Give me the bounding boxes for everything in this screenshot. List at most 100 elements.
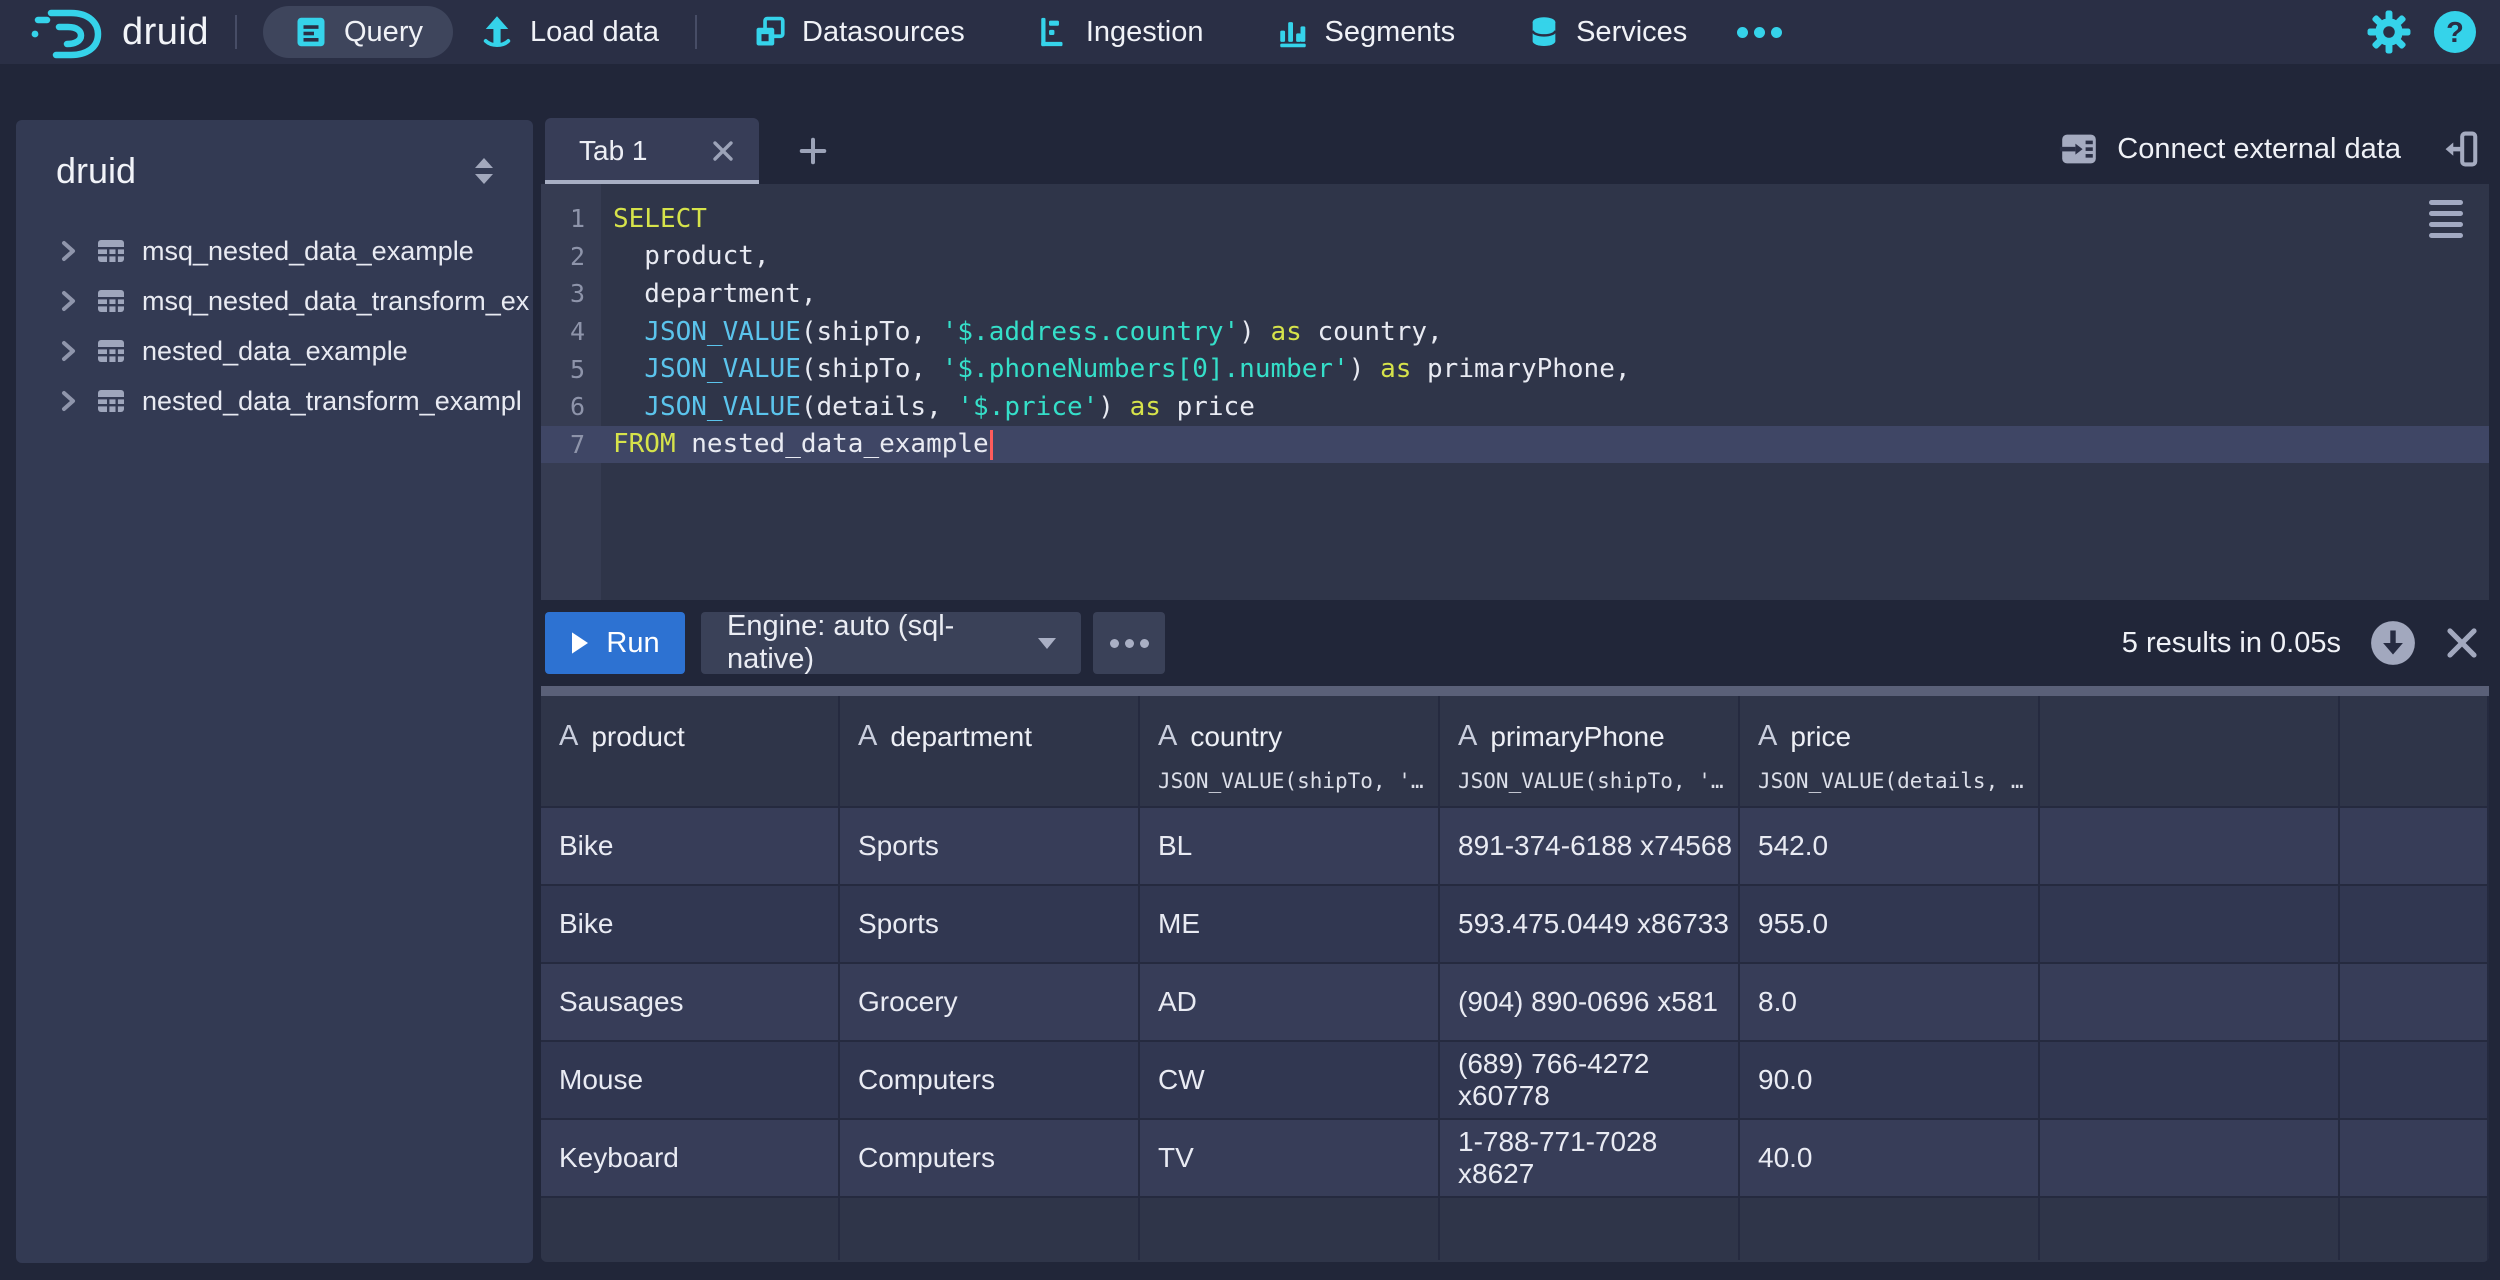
nav-item-label: Query (344, 15, 423, 48)
cell-price[interactable]: 8.0 (1740, 964, 2040, 1042)
cell-empty[interactable] (2040, 808, 2340, 886)
cell-empty[interactable] (2340, 1120, 2489, 1198)
run-bar: Run Engine: auto (sql-native) 5 results … (541, 600, 2489, 686)
engine-select[interactable]: Engine: auto (sql-native) (701, 610, 1081, 675)
sidebar-datasource-item[interactable]: msq_nested_data_example (16, 226, 533, 276)
column-header-price[interactable]: Aprice JSON_VALUE(details, … (1740, 696, 2040, 808)
string-type-icon: A (1758, 720, 1778, 752)
cell-department[interactable]: Sports (840, 808, 1140, 886)
column-expression: JSON_VALUE(shipTo, '… (1158, 769, 1424, 793)
cell-department[interactable]: Sports (840, 886, 1140, 964)
chevron-right-icon[interactable] (56, 289, 80, 313)
code-token: (shipTo, (800, 316, 942, 347)
cell-department[interactable]: Computers (840, 1042, 1140, 1120)
cell-country[interactable]: AD (1140, 964, 1440, 1042)
schema-title: druid (56, 150, 137, 191)
text-cursor (989, 429, 993, 460)
column-header-department[interactable]: Adepartment (840, 696, 1140, 808)
cell-empty[interactable] (2340, 886, 2489, 964)
cell-product[interactable]: Sausages (541, 964, 840, 1042)
nav-item-query[interactable]: Query (263, 6, 453, 58)
cell-country[interactable]: CW (1140, 1042, 1440, 1120)
cell-price[interactable]: 40.0 (1740, 1120, 2040, 1198)
column-header-country[interactable]: Acountry JSON_VALUE(shipTo, '… (1140, 696, 1440, 808)
code-line[interactable]: 2 product, (541, 238, 2489, 276)
code-line[interactable]: 4 JSON_VALUE(shipTo, '$.address.country'… (541, 313, 2489, 351)
code-line[interactable]: 6 JSON_VALUE(details, '$.price') as pric… (541, 388, 2489, 426)
code-line[interactable]: 1 SELECT (541, 200, 2489, 238)
sql-editor[interactable]: 1 SELECT 2 product, 3 department, 4 JSON_VAL… (541, 184, 2489, 600)
more-options-button[interactable] (1093, 612, 1165, 674)
cell-product[interactable]: Mouse (541, 1042, 840, 1120)
datasource-tree: msq_nested_data_example msq_nested_data_t… (16, 226, 533, 426)
druid-logo-icon (28, 4, 108, 60)
tab-1[interactable]: Tab 1 (545, 118, 759, 184)
cell-empty (1440, 1198, 1740, 1260)
chevron-right-icon[interactable] (56, 239, 80, 263)
sidebar-datasource-item[interactable]: nested_data_transform_exampl (16, 376, 533, 426)
new-tab-button[interactable] (787, 128, 839, 174)
editor-menu-icon[interactable] (2429, 200, 2463, 238)
run-button[interactable]: Run (545, 612, 685, 674)
code-line[interactable]: 5 JSON_VALUE(shipTo, '$.phoneNumbers[0].… (541, 350, 2489, 388)
cell-empty[interactable] (2340, 808, 2489, 886)
cell-product[interactable]: Bike (541, 808, 840, 886)
engine-select-label: Engine: auto (sql-native) (727, 610, 955, 675)
cell-empty (1140, 1198, 1440, 1260)
code-token: as (1270, 316, 1302, 347)
code-line[interactable]: 7 FROM nested_data_example (541, 425, 2489, 464)
chevron-right-icon[interactable] (56, 339, 80, 363)
datasource-name: msq_nested_data_example (142, 235, 474, 266)
cell-department[interactable]: Computers (840, 1120, 1140, 1198)
query-icon (293, 14, 329, 50)
cell-empty[interactable] (2040, 1120, 2340, 1198)
druid-logo[interactable]: druid (28, 4, 209, 60)
code-text: JSON_VALUE(details, '$.price') as price (601, 392, 1255, 422)
cell-empty[interactable] (2040, 964, 2340, 1042)
cell-price[interactable]: 542.0 (1740, 808, 2040, 886)
sidebar-datasource-item[interactable]: msq_nested_data_transform_ex (16, 276, 533, 326)
cell-primaryPhone[interactable]: 1-788-771-7028 x8627 (1440, 1120, 1740, 1198)
chevron-right-icon[interactable] (56, 389, 80, 413)
table-icon (96, 386, 126, 416)
cell-department[interactable]: Grocery (840, 964, 1140, 1042)
cell-empty[interactable] (2340, 1042, 2489, 1120)
cell-country[interactable]: ME (1140, 886, 1440, 964)
code-line[interactable]: 3 department, (541, 275, 2489, 313)
cell-product[interactable]: Bike (541, 886, 840, 964)
tab-close-icon[interactable] (711, 139, 735, 163)
schema-sidebar: druid msq_nested_data_example msq_nested_… (16, 120, 533, 1263)
code-text: product, (601, 241, 770, 272)
code-token: as (1380, 354, 1412, 385)
cell-empty[interactable] (2340, 964, 2489, 1042)
code-token: FROM (613, 429, 676, 460)
panel-toggle-icon[interactable] (2443, 130, 2479, 168)
column-header-product[interactable]: Aproduct (541, 696, 840, 808)
column-header-primaryPhone[interactable]: AprimaryPhone JSON_VALUE(shipTo, '… (1440, 696, 1740, 808)
sidebar-datasource-item[interactable]: nested_data_example (16, 326, 533, 376)
cell-primaryPhone[interactable]: 593.475.0449 x86733 (1440, 886, 1740, 964)
download-icon[interactable] (2369, 619, 2417, 667)
close-results-icon[interactable] (2445, 626, 2479, 660)
panel-splitter-handle[interactable] (541, 686, 2489, 696)
cell-country[interactable]: BL (1140, 808, 1440, 886)
tab-label: Tab 1 (579, 135, 648, 166)
column-name: country (1190, 720, 1283, 752)
connect-external-data-button[interactable]: Connect external data (2059, 131, 2401, 167)
sort-double-caret-icon[interactable] (471, 156, 497, 186)
cell-country[interactable]: TV (1140, 1120, 1440, 1198)
column-name: price (1790, 720, 1852, 752)
cell-product[interactable]: Keyboard (541, 1120, 840, 1198)
cell-empty[interactable] (2040, 886, 2340, 964)
code-token: product, (613, 241, 770, 272)
code-token: SELECT (613, 203, 707, 234)
column-name: product (591, 720, 685, 752)
line-number: 3 (569, 279, 585, 309)
cell-price[interactable]: 955.0 (1740, 886, 2040, 964)
cell-primaryPhone[interactable]: 891-374-6188 x74568 (1440, 808, 1740, 886)
cell-price[interactable]: 90.0 (1740, 1042, 2040, 1120)
cell-primaryPhone[interactable]: (904) 890-0696 x581 (1440, 964, 1740, 1042)
cell-empty[interactable] (2040, 1042, 2340, 1120)
cell-primaryPhone[interactable]: (689) 766-4272 x60778 (1440, 1042, 1740, 1120)
string-type-icon: A (858, 720, 878, 752)
